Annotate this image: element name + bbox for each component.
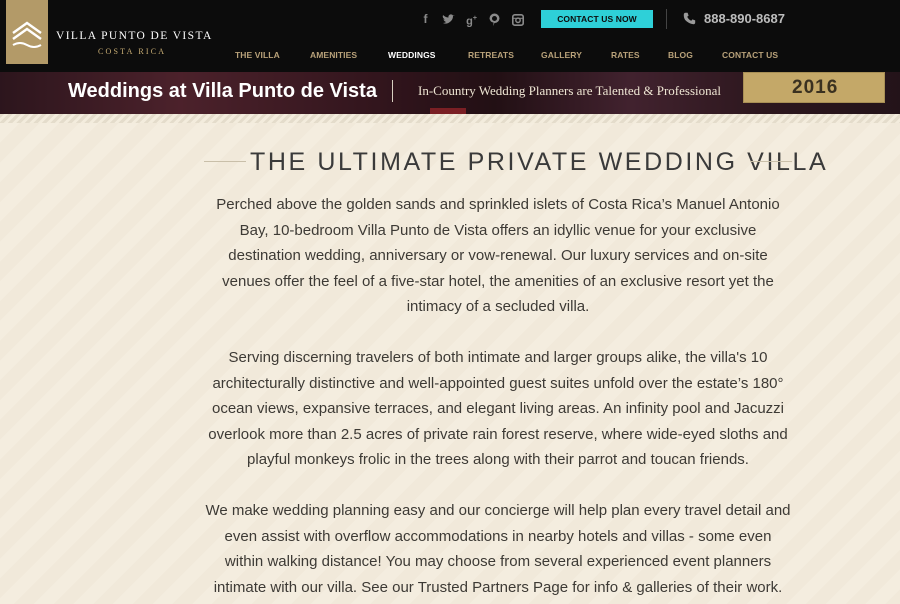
- intro-paragraph: Perched above the golden sands and sprin…: [216, 196, 780, 316]
- phone-icon: [683, 12, 696, 25]
- suites-paragraph: Serving discerning travelers of both int…: [208, 349, 788, 469]
- heading-rule-left: [204, 161, 246, 162]
- instagram-icon[interactable]: [506, 11, 529, 27]
- page-title: THE ULTIMATE PRIVATE WEDDING VILLA: [250, 148, 829, 176]
- twitter-icon[interactable]: [437, 11, 460, 27]
- header-divider: [666, 9, 667, 29]
- facebook-icon[interactable]: f: [414, 11, 437, 27]
- award-badge-year: 2016: [792, 77, 839, 98]
- logo-icon: [12, 21, 42, 48]
- heading-rule-right: [750, 161, 792, 162]
- nav-gallery[interactable]: GALLERY: [541, 50, 582, 60]
- site-header: VILLA PUNTO DE VISTA COSTA RICA f g+ CON…: [0, 0, 900, 72]
- page-banner: Weddings at Villa Punto de Vista In-Coun…: [0, 72, 900, 114]
- section-heading: THE ULTIMATE PRIVATE WEDDING VILLA: [0, 148, 900, 180]
- social-links: f g+: [414, 11, 529, 28]
- banner-title: Weddings at Villa Punto de Vista: [68, 80, 377, 102]
- nav-contact-us[interactable]: CONTACT US: [722, 50, 778, 60]
- nav-weddings[interactable]: WEDDINGS: [388, 50, 436, 60]
- award-badge[interactable]: 2016: [743, 72, 885, 103]
- pattern-divider: [0, 114, 900, 123]
- pinterest-icon[interactable]: [483, 11, 506, 27]
- nav-retreats[interactable]: RETREATS: [468, 50, 514, 60]
- nav-rates[interactable]: RATES: [611, 50, 640, 60]
- contact-us-now-button[interactable]: CONTACT US NOW: [541, 10, 653, 28]
- banner-separator: [392, 80, 393, 102]
- nav-the-villa[interactable]: THE VILLA: [235, 50, 280, 60]
- banner-tagline: In-Country Wedding Planners are Talented…: [418, 83, 721, 98]
- google-plus-icon[interactable]: g+: [460, 11, 483, 28]
- brand-name[interactable]: VILLA PUNTO DE VISTA: [56, 30, 213, 42]
- nav-blog[interactable]: BLOG: [668, 50, 693, 60]
- planning-paragraph: We make wedding planning easy and our co…: [205, 502, 791, 596]
- main-nav: THE VILLA AMENITIES WEDDINGS RETREATS GA…: [0, 50, 900, 62]
- phone-number[interactable]: 888-890-8687: [704, 11, 785, 26]
- nav-amenities[interactable]: AMENITIES: [310, 50, 357, 60]
